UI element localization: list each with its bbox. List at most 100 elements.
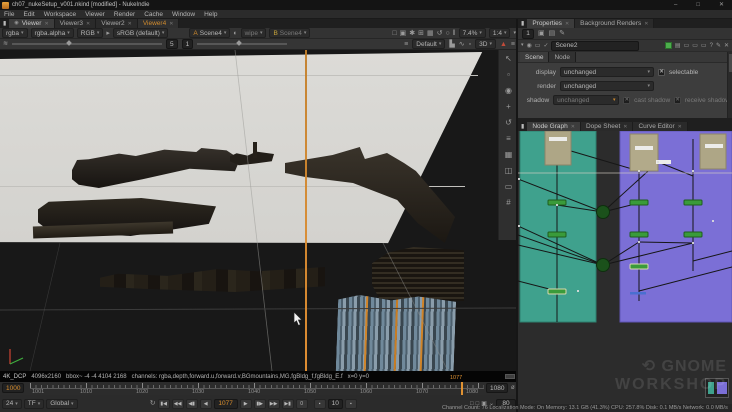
node-color-swatch[interactable] [664,42,672,49]
layers-icon[interactable]: ⊞ [418,30,424,37]
menu-icon[interactable]: ≡ [511,41,515,48]
tab-scene[interactable]: Scene [520,52,550,62]
stop-button[interactable]: 0 [295,398,308,409]
nodegraph-canvas[interactable] [518,131,732,404]
pause-update-icon[interactable]: ✱ [409,30,415,37]
clipboard-icon[interactable]: ▙ [449,41,454,48]
pause-icon[interactable]: ‖ [453,30,456,37]
tab-node[interactable]: Node [549,52,576,62]
menu-help[interactable]: Help [204,11,217,18]
panel-menu-icon[interactable]: ▾ [521,43,524,48]
tab-viewer3[interactable]: Viewer3 ✕ [54,19,97,28]
circle-icon[interactable]: ○ [445,30,449,37]
save-preset-icon[interactable]: ▤ [675,43,681,49]
scope-dropdown[interactable]: Global ▾ [46,398,78,409]
pane-grip-icon[interactable]: ▮ [518,21,527,27]
alpha-dropdown[interactable]: rgba.alpha ▾ [30,28,74,38]
fps-dropdown[interactable]: 24 ▾ [2,398,22,409]
refresh-icon[interactable]: ↺ [437,30,443,37]
range-mode-dropdown[interactable]: TF ▾ [23,398,45,409]
tab-viewer2[interactable]: Viewer2 ✕ [96,19,138,28]
lock-icon[interactable]: ▣ [538,30,545,37]
menu-window[interactable]: Window [172,11,195,18]
wipe-center-icon[interactable]: ◐ [233,30,237,37]
step-increment-button[interactable]: ▪ [344,398,357,409]
frame-increment-field[interactable]: 10 [327,398,343,409]
input-a-dropdown[interactable]: A Scene4 ▾ [189,28,231,38]
properties-scrollbar[interactable] [727,52,732,118]
go-to-start-button[interactable]: ▮◀ [157,398,170,409]
selectable-checkbox[interactable]: ✕ [658,68,665,76]
close-icon[interactable]: ✕ [44,21,48,27]
tab-dope-sheet[interactable]: Dope Sheet ✕ [580,122,634,131]
receive-shadow-checkbox[interactable]: ✕ [674,96,681,104]
center-node-icon[interactable]: ◉ [527,43,532,49]
proxy-ratio-dropdown[interactable]: 1:4 ▾ [488,28,511,38]
frame-field[interactable]: 1077 [213,398,238,409]
gamma-value[interactable]: 1 [181,39,194,49]
step-decrement-button[interactable]: ▪ [313,398,326,409]
split-icon[interactable]: ▸ [106,30,110,37]
close-icon[interactable]: ✕ [571,124,575,130]
prev-keyframe-button[interactable]: ◀◀ [171,398,184,409]
tab-node-graph[interactable]: Node Graph ✕ [527,122,581,131]
display-dropdown[interactable]: unchanged ▾ [560,67,654,77]
menu-edit[interactable]: Edit [23,11,34,18]
menu-viewer[interactable]: Viewer [85,11,105,18]
minimize-button[interactable]: – [666,2,685,8]
viewer-process-dropdown[interactable]: Default ▾ [412,39,446,49]
close-icon[interactable]: ✕ [169,21,173,27]
infobar-scrollbar[interactable] [505,374,515,379]
float-panel-icon[interactable]: ▭ [535,43,541,49]
current-frame-box[interactable]: 1000 [2,383,25,393]
wipe-mode-dropdown[interactable]: wipe ▾ [240,28,267,38]
colorspace-dropdown[interactable]: sRGB (default) ▾ [112,28,169,38]
frame-range-lock-icon[interactable]: ø [511,385,515,391]
maximize-button[interactable]: □ [688,2,708,8]
step-back-button[interactable]: ◀▮ [185,398,198,409]
tab-viewer4[interactable]: Viewer4 ✕ [137,19,180,28]
tab-curve-editor[interactable]: Curve Editor ✕ [633,122,688,131]
gain-value[interactable]: 5 [166,39,178,49]
close-icon[interactable]: ✕ [678,124,682,130]
waveform-icon[interactable]: ∿ [459,41,465,48]
close-panel-icon[interactable]: ✕ [724,43,729,49]
brush-icon[interactable]: ✎ [559,30,565,37]
grid-icon[interactable]: ▦ [427,30,434,37]
close-button[interactable]: ✕ [711,2,732,8]
gamma-slider[interactable] [197,40,288,46]
nodegraph-minimap[interactable] [705,378,729,398]
play-forward-button[interactable]: ▶ [239,398,252,409]
next-keyframe-button[interactable]: ▶▶ [267,398,280,409]
menu-file[interactable]: File [4,11,14,18]
tab-viewer1[interactable]: ◉ Viewer ✕ [9,19,55,28]
3d-lighting-icon[interactable]: ≡ [404,41,408,48]
menu-workspace[interactable]: Workspace [44,11,76,18]
close-icon[interactable]: ✕ [623,124,627,130]
close-icon[interactable]: ✕ [86,21,90,27]
error-flag-icon[interactable]: ▲ [500,41,507,48]
playhead[interactable] [461,382,463,395]
layer-dropdown[interactable]: rgba ▾ [2,28,28,38]
tab-properties[interactable]: Properties ✕ [527,19,576,28]
range-end-box[interactable]: 1080 [486,383,509,393]
proxy-toggle-icon[interactable]: ▣ [400,30,407,37]
play-backward-button[interactable]: ◀ [199,398,212,409]
shadow-dropdown[interactable]: unchanged ▾ [553,95,620,105]
viewer-canvas[interactable]: ↖ ▫ ◉ + ↺ ≡ ▦ ◫ ▭ # [0,50,518,371]
gain-slider[interactable] [12,40,163,46]
tab-background-renders[interactable]: Background Renders ✕ [575,19,655,28]
edit-icon[interactable]: ✎ [716,43,721,49]
go-to-end-button[interactable]: ▶▮ [281,398,294,409]
timeline[interactable]: 1000 1001 1010 1020 1030 1040 1050 1060 … [0,375,518,395]
pane-grip-icon[interactable]: ▮ [518,124,527,131]
node-name-field[interactable]: Scene2 [551,40,640,51]
roi-icon[interactable]: ▫ [469,41,471,48]
help-icon[interactable]: ? [710,43,713,49]
zoom-dropdown[interactable]: 7.4% ▾ [458,28,486,38]
close-icon[interactable]: ✕ [644,21,648,27]
menu-cache[interactable]: Cache [144,11,163,18]
pane-grip-icon[interactable]: ▮ [0,21,9,27]
timeline-ruler[interactable]: 1001 1010 1020 1030 1040 1050 1060 1070 … [30,375,484,395]
channels-dropdown[interactable]: RGB ▾ [76,28,104,38]
